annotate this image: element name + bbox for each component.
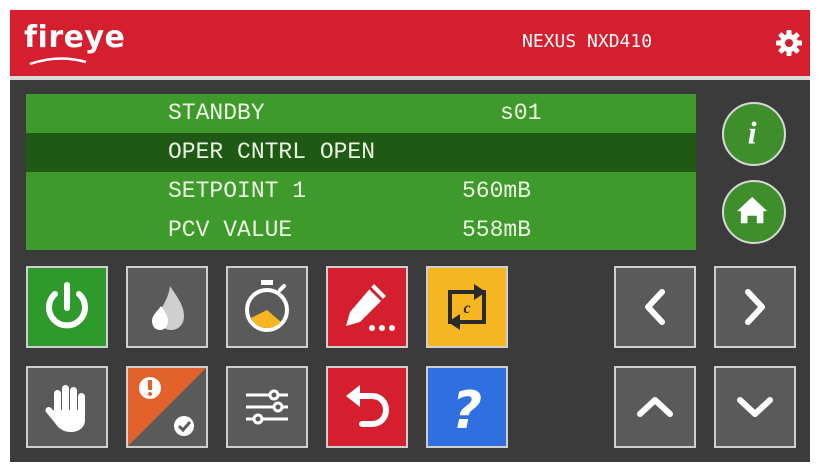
logo-swoosh xyxy=(29,57,87,66)
svg-text:c: c xyxy=(463,300,470,317)
help-icon: ? xyxy=(452,381,482,441)
nav-left-button[interactable] xyxy=(614,266,696,348)
cycle-button[interactable]: c xyxy=(426,266,508,348)
display-row-selected[interactable]: OPER CNTRL OPEN xyxy=(26,133,696,172)
home-button[interactable] xyxy=(722,180,786,244)
nav-up-button[interactable] xyxy=(614,366,696,448)
header-bar: fireye NEXUS NXD410 xyxy=(10,10,810,76)
help-button[interactable]: ? xyxy=(426,366,508,448)
chevron-left-icon xyxy=(645,289,665,325)
setpoint-label: SETPOINT 1 xyxy=(168,178,307,204)
sliders-icon xyxy=(246,389,288,425)
status-code: s01 xyxy=(500,100,542,126)
undo-button[interactable] xyxy=(326,366,408,448)
power-button[interactable] xyxy=(26,266,108,348)
setpoint-value: 560mB xyxy=(462,178,532,204)
display-row-setpoint: SETPOINT 1 560mB xyxy=(26,172,696,211)
settings-sliders-button[interactable] xyxy=(226,366,308,448)
model-label: NEXUS NXD410 xyxy=(522,31,653,52)
edit-icon xyxy=(346,284,395,331)
nav-down-button[interactable] xyxy=(714,366,796,448)
svg-text:?: ? xyxy=(452,381,482,441)
header-separator xyxy=(10,76,810,80)
timer-button[interactable] xyxy=(226,266,308,348)
pcv-value: 558mB xyxy=(462,217,532,243)
manual-button[interactable] xyxy=(26,366,108,448)
hand-icon xyxy=(45,385,85,432)
cycle-icon: c xyxy=(448,284,486,330)
pcv-label: PCV VALUE xyxy=(168,217,293,243)
undo-icon xyxy=(346,385,390,427)
info-button[interactable]: i xyxy=(722,102,786,166)
chevron-right-icon xyxy=(745,289,765,325)
alarm-ack-icon xyxy=(128,368,206,446)
display-row-status: STANDBY s01 xyxy=(26,94,696,133)
gear-icon[interactable] xyxy=(774,28,804,58)
brand-logo: fireye xyxy=(24,20,126,55)
flame-button[interactable] xyxy=(126,266,208,348)
nav-right-button[interactable] xyxy=(714,266,796,348)
chevron-down-icon xyxy=(737,397,773,417)
home-icon xyxy=(737,197,768,224)
operation-label: OPER CNTRL OPEN xyxy=(168,139,376,165)
chevron-up-icon xyxy=(637,397,673,417)
edit-button[interactable] xyxy=(326,266,408,348)
timer-icon xyxy=(245,280,289,332)
display-row-pcv: PCV VALUE 558mB xyxy=(26,211,696,250)
info-icon: i xyxy=(748,115,757,150)
status-label: STANDBY xyxy=(168,100,265,126)
power-icon xyxy=(46,282,88,329)
svg-text:i: i xyxy=(748,115,757,150)
controller-screen: fireye NEXUS NXD410 STANDBY s01 OPER CNT… xyxy=(10,10,810,462)
alarm-ack-button[interactable] xyxy=(126,366,208,448)
flame-icon xyxy=(152,286,184,330)
status-display: STANDBY s01 OPER CNTRL OPEN SETPOINT 1 5… xyxy=(26,94,696,250)
